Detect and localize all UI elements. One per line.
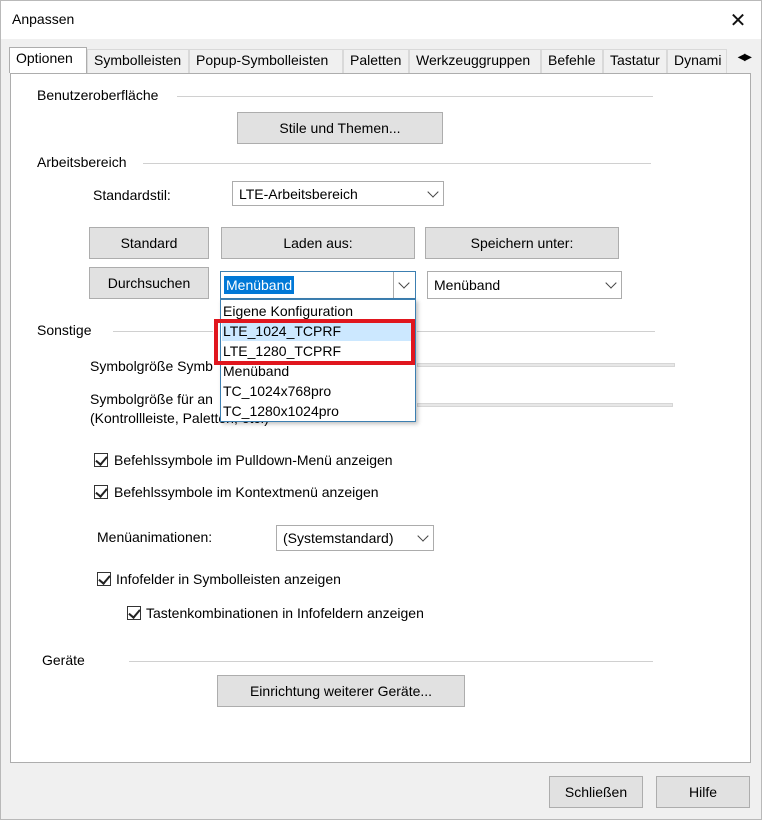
tab-paletten[interactable]: Paletten [343,49,409,73]
pulldown-icons-checkbox[interactable] [94,453,108,467]
pulldown-icons-label: Befehlssymbole im Pulldown-Menü anzeigen [114,452,393,468]
tab-symbolleisten[interactable]: Symbolleisten [87,49,189,73]
close-button[interactable]: Schließen [549,776,643,808]
customize-dialog: Anpassen ✕ Optionen Symbolleisten Popup-… [0,0,762,820]
close-icon[interactable]: ✕ [721,3,755,37]
icon-size-slider[interactable] [417,363,675,367]
menu-animation-label: Menüanimationen: [97,529,213,545]
tab-befehle[interactable]: Befehle [541,49,603,73]
section-devices-label: Geräte [42,652,85,668]
section-divider [129,661,653,662]
save-config-select[interactable]: Menüband [427,271,622,299]
title-bar: Anpassen ✕ [1,1,761,39]
tab-scroll-arrows-icon[interactable]: ◀▶ [738,52,752,63]
infofields-checkbox[interactable] [97,572,111,586]
tab-optionen[interactable]: Optionen [9,47,87,73]
default-style-value: LTE-Arbeitsbereich [239,185,358,202]
tab-tastatur[interactable]: Tastatur [603,49,667,73]
section-divider [143,163,651,164]
icon-size-other-label: Symbolgröße für an [90,391,213,407]
section-divider [417,331,655,332]
help-button[interactable]: Hilfe [656,776,750,808]
section-divider [113,331,213,332]
window-title: Anpassen [12,11,75,27]
dropdown-button[interactable] [393,272,415,298]
dropdown-option[interactable]: TC_1024x768pro [222,381,414,401]
default-style-label: Standardstil: [93,187,171,203]
icon-size-label: Symbolgröße Symb [90,358,213,374]
standard-button[interactable]: Standard [89,227,209,259]
context-icons-label: Befehlssymbole im Kontextmenü anzeigen [114,484,379,500]
browse-button[interactable]: Durchsuchen [89,267,209,299]
shortcuts-label: Tastenkombinationen in Infofeldern anzei… [146,605,424,621]
load-config-value: Menüband [224,276,295,294]
shortcuts-checkbox[interactable] [127,606,141,620]
tab-popup-symbolleisten[interactable]: Popup-Symbolleisten [189,49,343,73]
default-style-select[interactable]: LTE-Arbeitsbereich [232,181,444,206]
infofields-label: Infofelder in Symbolleisten anzeigen [116,571,341,587]
tab-werkzeuggruppen[interactable]: Werkzeuggruppen [409,49,541,73]
annotation-highlight-box [214,319,415,365]
dropdown-option[interactable]: TC_1280x1024pro [222,401,414,421]
section-workspace-label: Arbeitsbereich [37,154,127,170]
section-misc-label: Sonstige [37,322,92,338]
dropdown-option[interactable]: Eigene Konfiguration [222,301,414,321]
devices-setup-button[interactable]: Einrichtung weiterer Geräte... [217,675,465,707]
chevron-down-icon [427,185,439,198]
menu-animation-value: (Systemstandard) [283,530,394,546]
load-config-combo[interactable]: Menüband [220,271,416,299]
chevron-down-icon [417,530,429,542]
section-ui-label: Benutzeroberfläche [37,87,159,103]
tab-bar: Optionen Symbolleisten Popup-Symbolleist… [9,47,752,73]
load-from-button[interactable]: Laden aus: [221,227,415,259]
save-config-value: Menüband [434,277,501,293]
tab-dynamic[interactable]: Dynami [667,49,727,73]
save-as-button[interactable]: Speichern unter: [425,227,619,259]
chevron-down-icon [605,277,617,289]
context-icons-checkbox[interactable] [94,485,108,499]
chevron-down-icon [398,277,410,289]
menu-animation-select[interactable]: (Systemstandard) [276,525,434,551]
icon-size-other-slider[interactable] [417,403,673,407]
section-divider [177,96,653,97]
styles-themes-button[interactable]: Stile und Themen... [237,112,443,144]
